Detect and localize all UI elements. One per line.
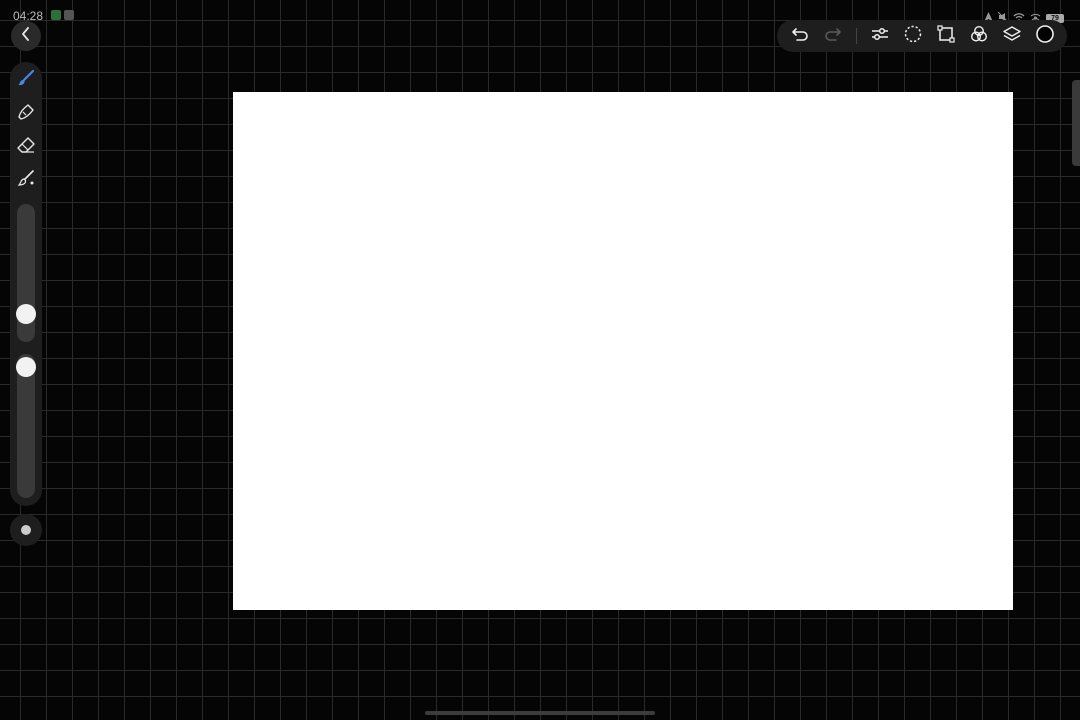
layers-icon: [1003, 25, 1021, 48]
layers-button[interactable]: [998, 22, 1026, 50]
modify-button[interactable]: [10, 514, 42, 546]
dot-icon: [21, 525, 31, 535]
fill-brush-icon: [17, 169, 35, 192]
color-circle-icon: [1035, 24, 1055, 49]
side-tool-panel: [10, 62, 42, 506]
eraser-icon: [17, 136, 35, 159]
redo-icon: [824, 27, 842, 46]
brush-size-slider-thumb[interactable]: [16, 304, 36, 324]
eraser-tool-button[interactable]: [14, 135, 38, 159]
drawing-canvas[interactable]: [233, 92, 1013, 610]
brush-icon: [17, 69, 35, 92]
smudge-tool-button[interactable]: [14, 102, 38, 126]
undo-button[interactable]: [786, 22, 814, 50]
toolbar-divider: [856, 28, 857, 44]
blend-circles-icon: [970, 25, 988, 48]
adjustments-button[interactable]: [866, 22, 894, 50]
smudge-icon: [17, 103, 35, 126]
top-toolbar: [777, 20, 1067, 52]
selection-button[interactable]: [899, 22, 927, 50]
home-indicator[interactable]: [425, 711, 655, 715]
blend-button[interactable]: [965, 22, 993, 50]
redo-button[interactable]: [819, 22, 847, 50]
right-panel-handle[interactable]: [1072, 80, 1080, 166]
chevron-left-icon: [20, 26, 32, 46]
lasso-select-icon: [904, 25, 922, 48]
color-button[interactable]: [1031, 22, 1059, 50]
transform-button[interactable]: [932, 22, 960, 50]
fill-tool-button[interactable]: [14, 168, 38, 192]
undo-icon: [791, 27, 809, 46]
app-notification-icon: [51, 10, 61, 20]
back-button[interactable]: [11, 21, 41, 51]
app-notification-icon: [64, 10, 74, 20]
transform-icon: [937, 24, 955, 48]
brush-tool-button[interactable]: [14, 68, 38, 92]
brush-opacity-slider-thumb[interactable]: [16, 357, 36, 377]
sliders-icon: [871, 26, 889, 47]
